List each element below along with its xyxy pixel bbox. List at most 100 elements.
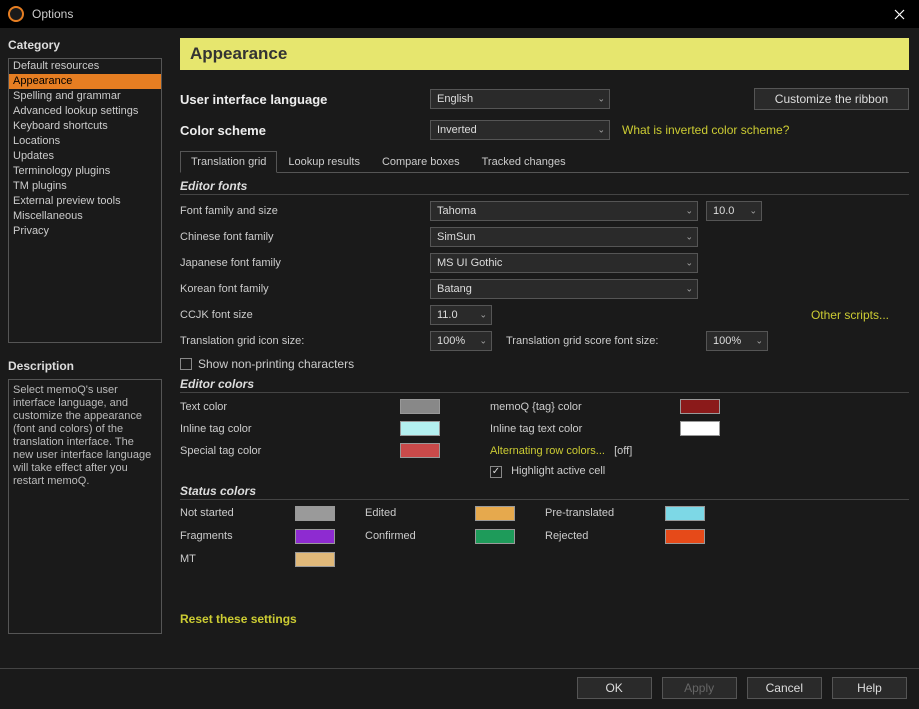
ccjk-size-select[interactable]: 11.0⌄ [430, 305, 492, 325]
chevron-down-icon: ⌄ [479, 336, 487, 347]
alternating-colors-link[interactable]: Alternating row colors... [490, 445, 605, 457]
color-scheme-label: Color scheme [180, 123, 430, 138]
status-label: Rejected [545, 530, 665, 542]
inline-tag-color-label: Inline tag color [180, 423, 400, 435]
close-icon [894, 9, 905, 20]
chinese-font-select[interactable]: SimSun⌄ [430, 227, 698, 247]
category-item[interactable]: Keyboard shortcuts [9, 119, 161, 134]
chevron-down-icon: ⌄ [685, 258, 693, 269]
help-button[interactable]: Help [832, 677, 907, 699]
category-heading: Category [8, 38, 162, 52]
alternating-colors-state: [off] [614, 445, 632, 457]
category-item[interactable]: Miscellaneous [9, 209, 161, 224]
memoq-tag-color-swatch[interactable] [680, 399, 720, 414]
status-label: MT [180, 553, 295, 565]
japanese-font-select[interactable]: MS UI Gothic⌄ [430, 253, 698, 273]
category-item[interactable]: Appearance [9, 74, 161, 89]
icon-size-select[interactable]: 100%⌄ [430, 331, 492, 351]
footer: OK Apply Cancel Help [0, 668, 919, 706]
color-scheme-value: Inverted [437, 124, 477, 136]
status-label: Confirmed [365, 530, 475, 542]
status-color-swatch[interactable] [475, 506, 515, 521]
score-font-select[interactable]: 100%⌄ [706, 331, 768, 351]
description-heading: Description [8, 359, 162, 373]
korean-font-select[interactable]: Batang⌄ [430, 279, 698, 299]
category-item[interactable]: Locations [9, 134, 161, 149]
close-button[interactable] [879, 0, 919, 28]
inline-tag-color-swatch[interactable] [400, 421, 440, 436]
customize-ribbon-button[interactable]: Customize the ribbon [754, 88, 909, 110]
chevron-down-icon: ⌄ [749, 206, 757, 217]
app-icon [8, 6, 24, 22]
what-is-inverted-link[interactable]: What is inverted color scheme? [622, 123, 789, 137]
color-scheme-select[interactable]: Inverted ⌄ [430, 120, 610, 140]
status-label: Not started [180, 507, 295, 519]
apply-button[interactable]: Apply [662, 677, 737, 699]
status-color-swatch[interactable] [295, 529, 335, 544]
show-nonprinting-label: Show non-printing characters [198, 357, 354, 371]
other-scripts-link[interactable]: Other scripts... [811, 308, 889, 322]
chevron-down-icon: ⌄ [479, 310, 487, 321]
ccjk-size-label: CCJK font size [180, 309, 430, 321]
category-item[interactable]: Terminology plugins [9, 164, 161, 179]
chevron-down-icon: ⌄ [755, 336, 763, 347]
chevron-down-icon: ⌄ [597, 125, 605, 136]
ui-language-value: English [437, 93, 473, 105]
korean-font-label: Korean font family [180, 283, 430, 295]
page-title: Appearance [180, 38, 909, 70]
sidebar: Category Default resourcesAppearanceSpel… [0, 28, 170, 668]
category-item[interactable]: TM plugins [9, 179, 161, 194]
editor-colors-section: Editor colors [180, 377, 909, 393]
chinese-font-label: Chinese font family [180, 231, 430, 243]
tab[interactable]: Tracked changes [471, 151, 577, 173]
category-item[interactable]: Updates [9, 149, 161, 164]
category-list[interactable]: Default resourcesAppearanceSpelling and … [8, 58, 162, 343]
chevron-down-icon: ⌄ [597, 94, 605, 105]
status-label: Fragments [180, 530, 295, 542]
status-color-swatch[interactable] [475, 529, 515, 544]
memoq-tag-color-label: memoQ {tag} color [490, 401, 680, 413]
description-text: Select memoQ's user interface language, … [8, 379, 162, 634]
status-colors-grid: Not started Edited Pre-translated Fragments… [180, 506, 909, 567]
category-item[interactable]: Privacy [9, 224, 161, 239]
tab[interactable]: Compare boxes [371, 151, 471, 173]
font-family-select[interactable]: Tahoma⌄ [430, 201, 698, 221]
cancel-button[interactable]: Cancel [747, 677, 822, 699]
tabs: Translation gridLookup resultsCompare bo… [180, 150, 909, 173]
status-label: Edited [365, 507, 475, 519]
icon-size-label: Translation grid icon size: [180, 335, 430, 347]
ok-button[interactable]: OK [577, 677, 652, 699]
titlebar: Options [0, 0, 919, 28]
chevron-down-icon: ⌄ [685, 232, 693, 243]
font-size-select[interactable]: 10.0⌄ [706, 201, 762, 221]
chevron-down-icon: ⌄ [685, 284, 693, 295]
show-nonprinting-checkbox[interactable] [180, 358, 192, 370]
status-label: Pre-translated [545, 507, 665, 519]
status-colors-section: Status colors [180, 484, 909, 500]
ui-language-label: User interface language [180, 92, 430, 107]
ui-language-select[interactable]: English ⌄ [430, 89, 610, 109]
window-title: Options [32, 7, 879, 21]
japanese-font-label: Japanese font family [180, 257, 430, 269]
main-panel: Appearance User interface language Engli… [170, 28, 919, 668]
reset-settings-link[interactable]: Reset these settings [180, 612, 297, 626]
highlight-active-label: Highlight active cell [511, 465, 605, 477]
inline-tag-text-color-swatch[interactable] [680, 421, 720, 436]
status-color-swatch[interactable] [665, 529, 705, 544]
special-tag-color-label: Special tag color [180, 445, 400, 457]
status-color-swatch[interactable] [665, 506, 705, 521]
category-item[interactable]: Advanced lookup settings [9, 104, 161, 119]
special-tag-color-swatch[interactable] [400, 443, 440, 458]
category-item[interactable]: Spelling and grammar [9, 89, 161, 104]
status-color-swatch[interactable] [295, 552, 335, 567]
tab[interactable]: Translation grid [180, 151, 277, 173]
inline-tag-text-color-label: Inline tag text color [490, 423, 680, 435]
category-item[interactable]: Default resources [9, 59, 161, 74]
text-color-swatch[interactable] [400, 399, 440, 414]
category-item[interactable]: External preview tools [9, 194, 161, 209]
tab[interactable]: Lookup results [277, 151, 371, 173]
font-family-label: Font family and size [180, 205, 430, 217]
status-color-swatch[interactable] [295, 506, 335, 521]
highlight-active-checkbox[interactable]: ✓ [490, 466, 502, 478]
text-color-label: Text color [180, 401, 400, 413]
